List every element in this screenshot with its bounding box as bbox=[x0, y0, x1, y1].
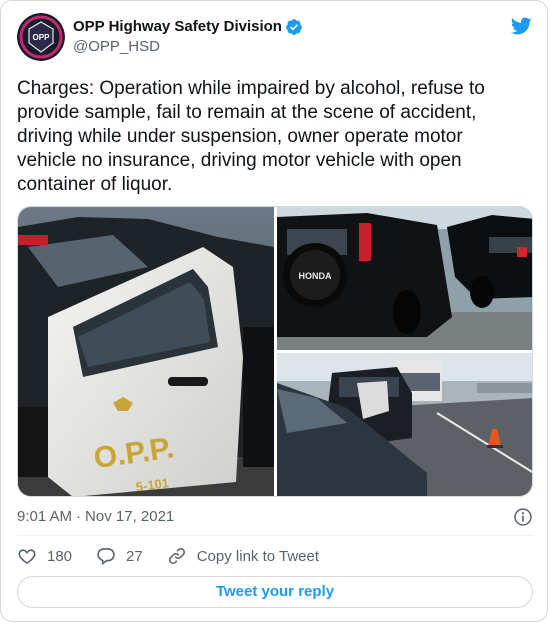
reply-icon bbox=[97, 548, 115, 566]
user-handle[interactable]: @OPP_HSD bbox=[73, 37, 303, 57]
divider bbox=[17, 535, 533, 536]
honda-spare-text: HONDA bbox=[299, 271, 332, 281]
verified-badge-icon bbox=[286, 19, 302, 35]
author-block: OPP Highway Safety Division @OPP_HSD bbox=[73, 17, 303, 57]
like-count: 180 bbox=[47, 547, 73, 565]
tweet-reply-button[interactable]: Tweet your reply bbox=[17, 576, 533, 608]
copy-link-label: Copy link to Tweet bbox=[196, 547, 320, 565]
reply-count: 27 bbox=[126, 547, 143, 565]
tweet-text: Charges: Operation while impaired by alc… bbox=[17, 78, 485, 195]
tweet-date[interactable]: Nov 17, 2021 bbox=[85, 508, 174, 525]
info-icon[interactable] bbox=[513, 507, 533, 527]
action-bar: 180 27 Copy link to Tweet bbox=[17, 545, 343, 567]
tweet-header: OPP OPP Highway Safety Division @OPP_HSD bbox=[17, 13, 533, 65]
heart-icon bbox=[18, 549, 36, 565]
display-name[interactable]: OPP Highway Safety Division bbox=[73, 17, 282, 37]
twitter-bird-icon[interactable] bbox=[509, 15, 533, 37]
avatar[interactable]: OPP bbox=[17, 13, 65, 61]
link-icon bbox=[168, 548, 185, 564]
tweet-time[interactable]: 9:01 AM bbox=[17, 508, 72, 525]
photo-honda-crash[interactable]: HONDA bbox=[277, 207, 532, 350]
photo-opp-cruiser[interactable]: O.P.P. 5-101 bbox=[18, 207, 274, 496]
photo-highway-scene[interactable] bbox=[277, 353, 532, 496]
like-action[interactable]: 180 bbox=[17, 546, 72, 566]
reply-action[interactable]: 27 bbox=[96, 546, 143, 566]
media-grid: O.P.P. 5-101 HONDA bbox=[17, 206, 533, 497]
copy-link-action[interactable]: Copy link to Tweet bbox=[167, 546, 319, 566]
tweet-card: OPP OPP Highway Safety Division @OPP_HSD… bbox=[0, 0, 548, 622]
timestamp-separator: · bbox=[76, 508, 82, 525]
timestamp-row: 9:01 AM · Nov 17, 2021 bbox=[17, 507, 533, 527]
avatar-text: OPP bbox=[33, 33, 51, 42]
